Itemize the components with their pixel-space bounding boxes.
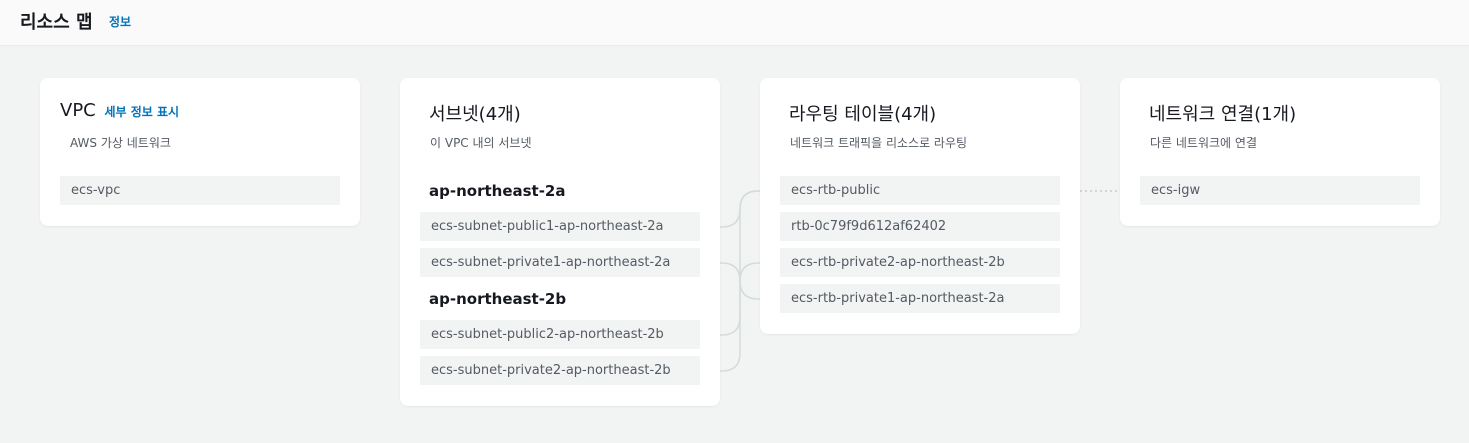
az-label: ap-northeast-2a [429, 182, 566, 200]
subnet-item[interactable]: ecs-subnet-private1-ap-northeast-2a [420, 248, 700, 277]
route-table-item[interactable]: ecs-rtb-private2-ap-northeast-2b [780, 248, 1060, 277]
route-tables-subtitle: 네트워크 트래픽을 리소스로 라우팅 [790, 136, 968, 150]
page-title: 리소스 맵 [20, 12, 93, 33]
subnets-title: 서브넷(4개) [429, 104, 521, 125]
vpc-card: VPC 세부 정보 표시 AWS 가상 네트워크 ecs-vpc [40, 78, 360, 226]
info-link[interactable]: 정보 [109, 13, 131, 30]
subnet-item[interactable]: ecs-subnet-public1-ap-northeast-2a [420, 212, 700, 241]
network-connections-title: 네트워크 연결(1개) [1149, 104, 1297, 125]
network-connection-item[interactable]: ecs-igw [1140, 176, 1420, 205]
page-header: 리소스 맵 정보 [0, 0, 1469, 46]
network-connections-card: 네트워크 연결(1개) 다른 네트워크에 연결 ecs-igw [1120, 78, 1440, 226]
show-details-link[interactable]: 세부 정보 표시 [104, 105, 179, 119]
route-table-item[interactable]: rtb-0c79f9d612af62402 [780, 212, 1060, 241]
subnets-card: 서브넷(4개) 이 VPC 내의 서브넷 ap-northeast-2a ecs… [400, 78, 720, 406]
route-tables-title: 라우팅 테이블(4개) [789, 104, 937, 125]
vpc-title: VPC [60, 100, 96, 121]
route-table-item[interactable]: ecs-rtb-public [780, 176, 1060, 205]
route-table-item[interactable]: ecs-rtb-private1-ap-northeast-2a [780, 284, 1060, 313]
network-connections-subtitle: 다른 네트워크에 연결 [1150, 136, 1257, 150]
subnet-item[interactable]: ecs-subnet-public2-ap-northeast-2b [420, 320, 700, 349]
vpc-subtitle: AWS 가상 네트워크 [70, 136, 171, 150]
az-label: ap-northeast-2b [429, 290, 567, 308]
subnets-subtitle: 이 VPC 내의 서브넷 [430, 136, 532, 150]
vpc-item[interactable]: ecs-vpc [60, 176, 340, 205]
subnet-item[interactable]: ecs-subnet-private2-ap-northeast-2b [420, 356, 700, 385]
vpc-card-title: VPC 세부 정보 표시 [60, 100, 179, 121]
route-tables-card: 라우팅 테이블(4개) 네트워크 트래픽을 리소스로 라우팅 ecs-rtb-p… [760, 78, 1080, 334]
